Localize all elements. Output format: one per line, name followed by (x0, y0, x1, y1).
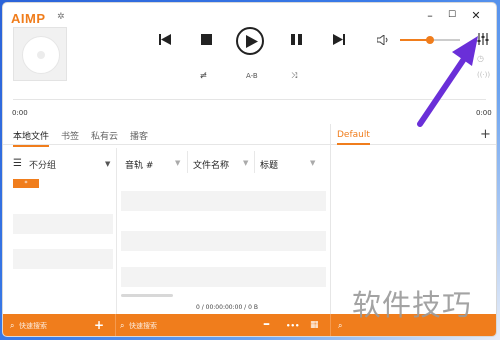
watermark: 软件技巧 (352, 288, 473, 322)
